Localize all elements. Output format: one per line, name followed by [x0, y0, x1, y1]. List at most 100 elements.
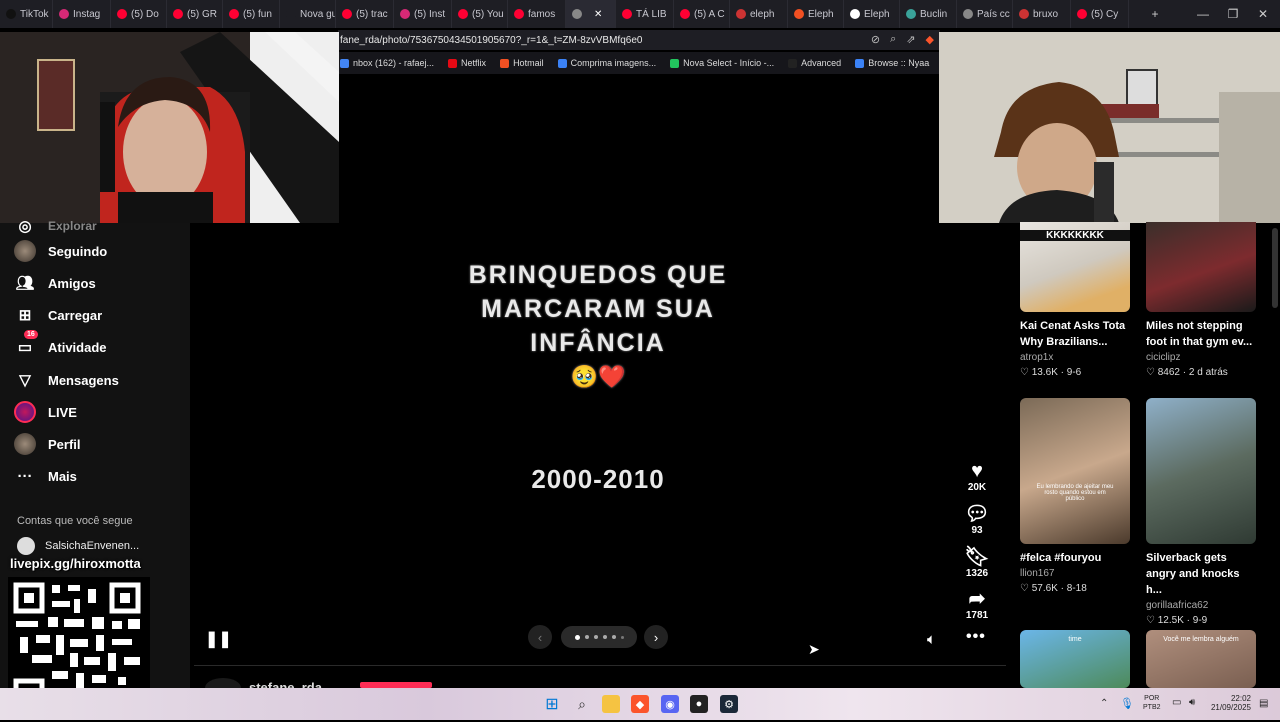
zoom-icon[interactable]: ⌕	[890, 33, 896, 46]
tab-10[interactable]: ✕	[566, 0, 616, 28]
tab-11[interactable]: TÁ LIB	[616, 0, 674, 28]
obs-icon[interactable]: ●	[690, 695, 708, 713]
tab-13[interactable]: eleph	[730, 0, 788, 28]
video-author[interactable]: gorillaafrica62	[1146, 600, 1258, 611]
tab-15[interactable]: Eleph	[844, 0, 900, 28]
close-window-button[interactable]: ✕	[1248, 0, 1278, 28]
sidebar-item-carregar[interactable]: ⊞ Carregar	[14, 304, 103, 326]
save-button[interactable]: 🔖︎ 1326	[958, 546, 996, 579]
tab-19[interactable]: (5) Cy	[1071, 0, 1129, 28]
suggested-video-card[interactable]: Miles not stepping foot in that gym ev..…	[1146, 222, 1258, 378]
following-item[interactable]: SalsichaEnvenen...	[17, 537, 139, 555]
next-photo-button[interactable]: ›	[644, 625, 668, 649]
video-thumbnail[interactable]	[1146, 398, 1256, 544]
sidebar-item-live[interactable]: LIVE	[14, 401, 77, 423]
video-author[interactable]: atrop1x	[1020, 352, 1132, 363]
more-options-icon[interactable]: •••	[966, 628, 986, 646]
page-dot[interactable]	[593, 635, 598, 639]
maximize-button[interactable]: ❐	[1218, 0, 1248, 28]
sidebar-item-mensagens[interactable]: ▽ Mensagens	[14, 369, 119, 391]
video-thumbnail[interactable]: KKKKKKKK	[1020, 222, 1130, 312]
tab-7[interactable]: (5) Inst	[394, 0, 452, 28]
video-thumbnail[interactable]: Você me lembra alguém	[1146, 630, 1256, 688]
like-count: 12.5K	[1157, 615, 1184, 626]
comment-button[interactable]: 💬︎ 93	[958, 503, 996, 536]
tab-2[interactable]: (5) Do	[111, 0, 167, 28]
tab-5[interactable]: Nova guia	[280, 0, 336, 28]
tab-0[interactable]: TikTok	[0, 0, 53, 28]
file-explorer-icon[interactable]	[602, 695, 620, 713]
tab-18[interactable]: bruxo	[1013, 0, 1071, 28]
suggested-video-card[interactable]: Eu lembrando de ajeitar meu rosto quando…	[1020, 398, 1132, 594]
bookmark-item[interactable]: Hotmail	[500, 58, 544, 68]
tab-14[interactable]: Eleph	[788, 0, 844, 28]
bookmark-item[interactable]: nbox (162) - rafaej...	[340, 58, 434, 68]
sidebar-item-perfil[interactable]: Perfil	[14, 433, 81, 455]
tab-label: País cc	[977, 8, 1010, 20]
sidebar-item-seguindo[interactable]: Seguindo	[14, 240, 107, 262]
sidebar-item-explorar[interactable]: ◎ Explorar	[14, 215, 96, 237]
bookmark-item[interactable]: Comprima imagens...	[557, 58, 656, 68]
thumbnail-caption: Eu lembrando de ajeitar meu rosto quando…	[1036, 484, 1114, 502]
video-title[interactable]: Kai Cenat Asks Tota Why Brazilians...	[1020, 318, 1132, 350]
network-icon[interactable]: ▭	[1172, 697, 1181, 708]
share-icon[interactable]: ⇗	[906, 33, 915, 46]
suggested-video-card[interactable]: Silverback gets angry and knocks h... gor…	[1146, 398, 1258, 626]
page-dot[interactable]	[602, 635, 607, 639]
tray-chevron-icon[interactable]: ⌃	[1100, 698, 1108, 709]
discord-icon[interactable]: ◉	[661, 695, 679, 713]
page-dot[interactable]	[620, 635, 624, 639]
pause-icon[interactable]: ❚❚	[205, 629, 232, 649]
page-dot-active[interactable]	[574, 634, 580, 640]
suggested-video-card[interactable]: KKKKKKKK Kai Cenat Asks Tota Why Brazilia…	[1020, 222, 1132, 378]
video-author[interactable]: llion167	[1020, 568, 1132, 579]
tab-12[interactable]: (5) A C	[674, 0, 730, 28]
new-tab-button[interactable]: +	[1140, 0, 1170, 28]
page-dot[interactable]	[584, 635, 589, 639]
video-title[interactable]: Miles not stepping foot in that gym ev..…	[1146, 318, 1258, 350]
sidebar-item-mais[interactable]: ··· Mais	[14, 465, 77, 487]
clock[interactable]: 22:02 21/09/2025	[1205, 694, 1251, 712]
mic-icon[interactable]: 🎙︎	[1120, 697, 1134, 710]
tab-1[interactable]: Instag	[53, 0, 111, 28]
suggested-video-card[interactable]: time	[1020, 630, 1132, 688]
prev-photo-button[interactable]: ‹	[528, 625, 552, 649]
bookmark-item[interactable]: Netflix	[448, 58, 486, 68]
sidebar-item-atividade[interactable]: ▭ 16 Atividade	[14, 330, 107, 358]
tab-16[interactable]: Buclin	[900, 0, 957, 28]
tab-3[interactable]: (5) GR	[167, 0, 223, 28]
steam-icon[interactable]: ⚙	[720, 695, 738, 713]
bookmark-item[interactable]: Browse :: Nyaa	[855, 58, 929, 68]
video-thumbnail[interactable]: time	[1020, 630, 1130, 688]
video-author[interactable]: ciciclipz	[1146, 352, 1258, 363]
language-indicator[interactable]: POR PTB2	[1143, 694, 1161, 712]
search-icon[interactable]: ⌕	[573, 695, 591, 713]
address-bar[interactable]: fane_rda/photo/7536750434501905670?_r=1&…	[338, 30, 940, 50]
brave-browser-icon[interactable]: ◆	[631, 695, 649, 713]
no-track-icon[interactable]: ⊘	[871, 33, 880, 46]
video-title[interactable]: #felca #fouryou	[1020, 550, 1132, 566]
bookmark-item[interactable]: Advanced	[788, 58, 841, 68]
share-button[interactable]: ➦ 1781	[958, 588, 996, 621]
like-button[interactable]: ♥ 20K	[958, 460, 996, 493]
page-dot[interactable]	[611, 635, 616, 639]
scrollbar[interactable]	[1272, 228, 1278, 308]
tab-17[interactable]: País cc	[957, 0, 1013, 28]
suggested-video-card[interactable]: Você me lembra alguém	[1146, 630, 1258, 688]
notifications-icon[interactable]: ▤	[1259, 698, 1268, 709]
video-title[interactable]: Silverback gets angry and knocks h...	[1146, 550, 1258, 598]
video-thumbnail[interactable]: Eu lembrando de ajeitar meu rosto quando…	[1020, 398, 1130, 544]
close-tab-icon[interactable]: ✕	[594, 9, 602, 20]
tab-8[interactable]: (5) You	[452, 0, 508, 28]
tab-9[interactable]: famos	[508, 0, 566, 28]
brave-shield-icon[interactable]: ◆	[926, 33, 934, 46]
minimize-button[interactable]: —	[1188, 0, 1218, 28]
sidebar-item-amigos[interactable]: 👥︎ Amigos	[14, 272, 95, 294]
speaker-icon[interactable]: 🔊︎	[1189, 697, 1195, 708]
tab-6[interactable]: (5) trac	[336, 0, 394, 28]
tab-4[interactable]: (5) fun	[223, 0, 280, 28]
volume-icon[interactable]: 🔈︎	[927, 631, 936, 648]
bookmark-item[interactable]: Nova Select - Início -...	[670, 58, 774, 68]
windows-start-icon[interactable]: ⊞	[543, 695, 561, 713]
video-thumbnail[interactable]	[1146, 222, 1256, 312]
